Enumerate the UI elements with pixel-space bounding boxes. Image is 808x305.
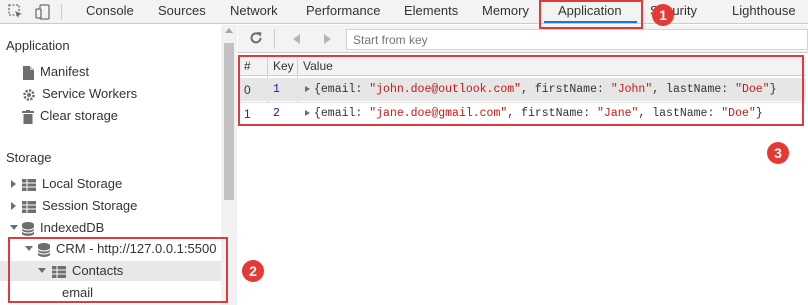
- devtools-tab-bar: Console Sources Network Performance Elem…: [0, 0, 808, 24]
- annotation-box-data-table: [238, 55, 804, 126]
- sidebar-item-local-storage[interactable]: Local Storage: [22, 174, 122, 194]
- sidebar-item-label: Local Storage: [42, 176, 123, 191]
- next-page-icon[interactable]: [322, 34, 332, 44]
- tab-memory[interactable]: Memory: [482, 0, 529, 24]
- toolbar-separator: [61, 4, 62, 20]
- tab-console[interactable]: Console: [86, 0, 134, 24]
- tab-lighthouse[interactable]: Lighthouse: [732, 0, 796, 24]
- sidebar-item-session-storage[interactable]: Session Storage: [22, 196, 137, 216]
- start-from-key-input[interactable]: [346, 29, 808, 50]
- annotation-number-3: 3: [767, 142, 789, 164]
- sidebar-item-label: Clear storage: [40, 108, 119, 123]
- tab-sources[interactable]: Sources: [158, 0, 206, 24]
- sidebar-item-label: Session Storage: [42, 198, 138, 213]
- expand-arrow-icon[interactable]: [11, 180, 16, 188]
- sidebar-scroll-thumb[interactable]: [224, 43, 234, 200]
- sidebar-item-indexeddb[interactable]: IndexedDB: [22, 218, 104, 238]
- sidebar-item-manifest[interactable]: Manifest: [22, 62, 89, 82]
- toolbar-separator: [274, 29, 275, 49]
- section-title-application: Application: [6, 38, 70, 53]
- grid-icon: [22, 200, 36, 213]
- annotation-box-application-tab: [539, 0, 643, 29]
- sidebar-item-clear-storage[interactable]: Clear storage: [22, 106, 118, 126]
- section-title-storage: Storage: [6, 150, 52, 165]
- previous-page-icon[interactable]: [292, 34, 302, 44]
- gear-icon: [23, 88, 35, 101]
- device-toolbar-icon[interactable]: [35, 4, 51, 20]
- file-icon: [23, 65, 34, 80]
- sidebar-item-service-workers[interactable]: Service Workers: [22, 84, 137, 104]
- sidebar-item-label: Manifest: [40, 64, 90, 79]
- scroll-up-arrow-icon[interactable]: [225, 28, 233, 33]
- annotation-number-2: 2: [242, 260, 264, 282]
- expand-arrow-icon[interactable]: [11, 202, 16, 210]
- tab-elements[interactable]: Elements: [404, 0, 458, 24]
- sidebar-item-label: Service Workers: [42, 86, 138, 101]
- tab-network[interactable]: Network: [230, 0, 278, 24]
- annotation-number-1: 1: [652, 4, 674, 26]
- trash-icon: [22, 109, 34, 124]
- tab-performance[interactable]: Performance: [306, 0, 380, 24]
- database-icon: [22, 221, 34, 236]
- collapse-arrow-icon[interactable]: [10, 225, 18, 230]
- sidebar-item-label: IndexedDB: [40, 220, 105, 235]
- grid-icon: [22, 178, 36, 191]
- inspect-element-icon[interactable]: [8, 4, 24, 20]
- annotation-box-indexeddb-tree: [8, 237, 228, 303]
- refresh-icon[interactable]: [249, 31, 263, 45]
